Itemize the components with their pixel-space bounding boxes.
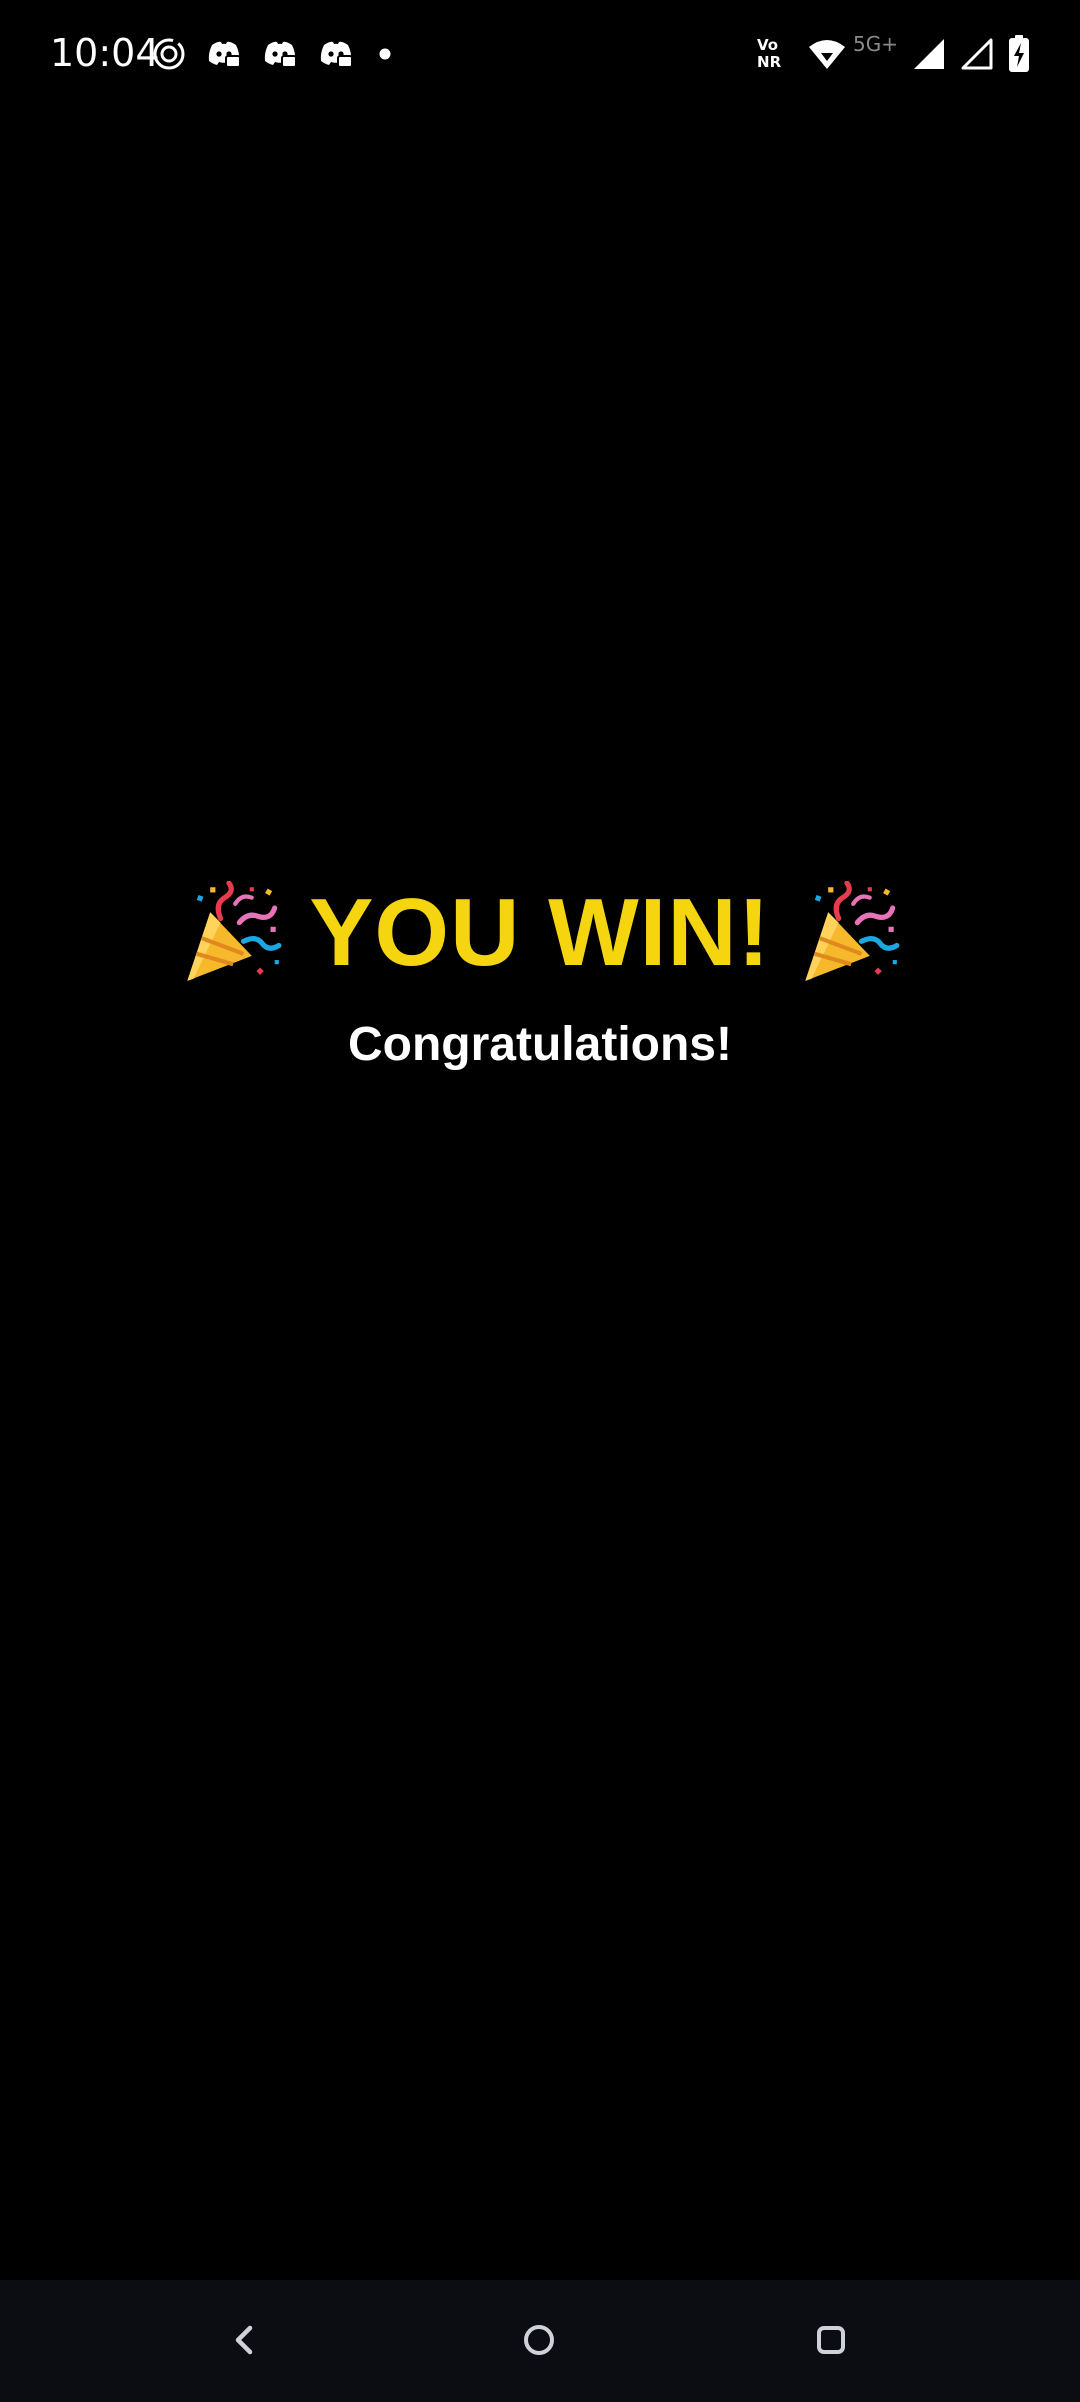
notification-dot-icon (379, 48, 391, 60)
discord-icon (320, 41, 353, 68)
win-title: YOU WIN! (309, 879, 771, 986)
status-left-icons (152, 34, 396, 74)
win-banner: YOU WIN! (0, 878, 1080, 988)
recents-icon (817, 2326, 845, 2354)
home-icon (524, 2325, 554, 2355)
home-button[interactable] (504, 2305, 574, 2375)
discord-icon (264, 41, 297, 68)
wifi-icon (809, 40, 846, 69)
volte-nr-icon: Vo NR (755, 34, 793, 74)
navigation-bar (0, 2280, 1080, 2402)
cell-signal-empty-icon (961, 38, 993, 70)
status-time: 10:04 (50, 31, 160, 75)
back-button[interactable] (210, 2305, 280, 2375)
focus-mode-icon (153, 38, 185, 70)
status-right-icons: Vo NR 5G+ (755, 30, 1030, 78)
recents-button[interactable] (796, 2305, 866, 2375)
network-badge-line2: NR (757, 53, 782, 71)
network-label: 5G+ (853, 32, 898, 56)
cell-signal-full-icon (914, 39, 944, 69)
discord-icon (208, 41, 241, 68)
back-icon (235, 2325, 253, 2355)
battery-charging-icon (1009, 35, 1029, 72)
party-popper-icon (187, 881, 282, 981)
party-popper-icon (804, 881, 900, 981)
network-badge-line1: Vo (757, 36, 779, 54)
congratulations-text: Congratulations! (348, 1018, 732, 1071)
status-bar: 10:04 Vo NR 5G+ (0, 0, 1080, 110)
